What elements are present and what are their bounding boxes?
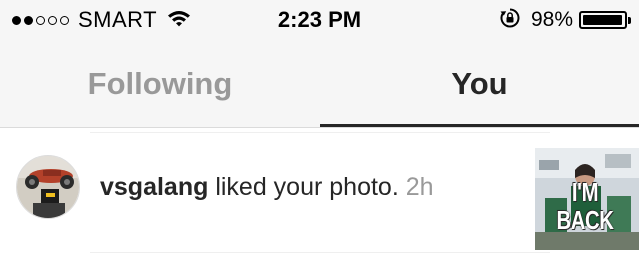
thumbnail-caption: I'M BACK [556,177,614,235]
notification-list: vsgalang liked your photo. 2h I'M BACK [0,128,639,253]
activity-tab-bar: Following You [0,40,639,128]
battery-fill [583,15,623,25]
battery-icon [579,11,631,29]
rotation-lock-icon [499,7,521,34]
battery-percent: 98% [530,8,573,31]
tab-following[interactable]: Following [0,40,320,127]
status-bar: SMART 2:23 PM 98% [0,0,639,40]
active-tab-indicator [320,124,639,127]
photo-thumbnail[interactable]: I'M BACK [535,148,639,250]
divider [90,132,550,133]
status-right: 98% [499,7,631,34]
notification-time: 2h [405,173,434,201]
notification-row[interactable]: vsgalang liked your photo. 2h I'M BACK [0,138,639,253]
avatar[interactable] [16,155,80,219]
tab-you[interactable]: You [320,40,639,127]
notification-action: liked your photo. [208,173,399,201]
notification-text: vsgalang liked your photo. 2h [100,172,434,202]
username-link[interactable]: vsgalang [100,173,208,201]
